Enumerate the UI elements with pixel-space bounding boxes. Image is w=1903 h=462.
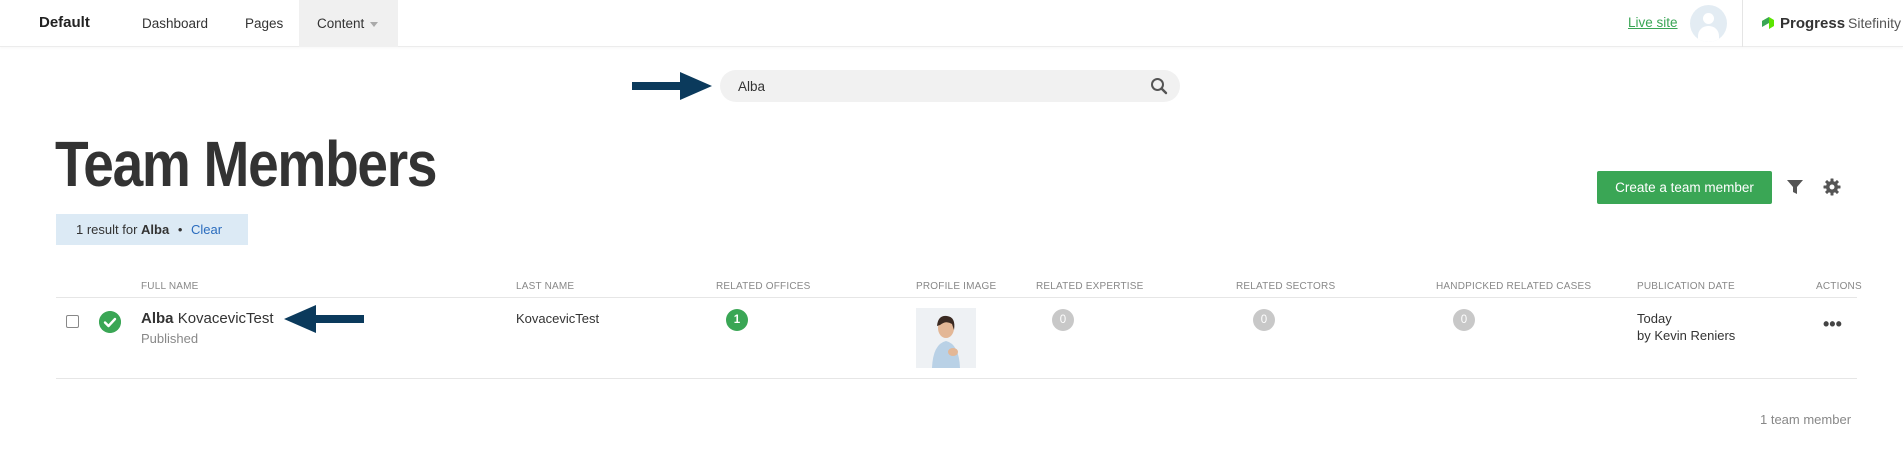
annotation-arrow-right-icon (632, 72, 712, 100)
progress-sitefinity-logo: Progress Sitefinity (1760, 12, 1901, 34)
logo-primary-text: Progress (1780, 14, 1846, 32)
profile-image-thumbnail[interactable] (916, 308, 976, 368)
more-actions-icon[interactable]: ••• (1823, 314, 1842, 335)
related-offices-count[interactable]: 1 (726, 309, 748, 331)
user-avatar[interactable] (1690, 5, 1727, 42)
search-icon[interactable] (1150, 77, 1168, 95)
footer-item-count: 1 team member (1760, 412, 1852, 427)
search-input[interactable] (738, 70, 1138, 102)
person-photo-icon (916, 308, 976, 368)
nav-divider (1742, 0, 1743, 47)
last-name-inline: KovacevicTest (177, 310, 274, 327)
header-related-sectors: Related sectors (1236, 281, 1336, 292)
header-full-name[interactable]: Full name (141, 281, 199, 292)
search-box (720, 70, 1180, 102)
nav-dashboard[interactable]: Dashboard (142, 0, 208, 47)
create-team-member-button[interactable]: Create a team member (1597, 171, 1772, 204)
logo-secondary-text: Sitefinity (1848, 15, 1901, 31)
live-site-link[interactable]: Live site (1628, 15, 1678, 30)
last-name-cell: KovacevicTest (516, 311, 600, 326)
publication-date-cell: Today by Kevin Reniers (1637, 310, 1735, 344)
filter-icon[interactable] (1786, 178, 1804, 196)
header-profile-image: Profile image (916, 281, 997, 292)
table-header-divider (56, 297, 1857, 298)
header-publication-date[interactable]: Publication date (1637, 281, 1735, 292)
publication-date: Today (1637, 311, 1672, 326)
avatar-body-shape (1698, 26, 1719, 42)
nav-content-label: Content (317, 16, 365, 31)
site-name[interactable]: Default (39, 14, 90, 31)
header-handpicked-related-cases: Handpicked related cases (1436, 281, 1592, 292)
header-last-name[interactable]: Last name (516, 281, 574, 292)
status-text: Published (141, 331, 199, 346)
gear-icon[interactable] (1823, 178, 1841, 196)
first-name: Alba (141, 310, 174, 327)
page-title: Team Members (55, 128, 437, 200)
progress-logo-icon (1762, 17, 1774, 29)
chevron-down-icon (370, 21, 379, 27)
handpicked-cases-count[interactable]: 0 (1453, 309, 1475, 331)
published-check-icon (99, 311, 121, 333)
search-result-info: 1 result for Alba • Clear (56, 214, 248, 245)
clear-search-link[interactable]: Clear (191, 222, 222, 237)
row-checkbox[interactable] (66, 315, 79, 328)
header-related-offices: Related offices (716, 281, 811, 292)
nav-pages[interactable]: Pages (245, 0, 283, 47)
top-navbar: Default Dashboard Pages Content Live sit… (0, 0, 1903, 47)
team-member-name-link[interactable]: Alba KovacevicTest (141, 310, 274, 327)
result-term: Alba (141, 222, 170, 237)
avatar-head-shape (1703, 13, 1714, 24)
header-related-expertise: Related expertise (1036, 281, 1144, 292)
header-actions: Actions (1816, 281, 1862, 292)
result-prefix: 1 result for (76, 222, 138, 237)
publication-author: by Kevin Reniers (1637, 328, 1736, 343)
table-row-divider (56, 378, 1857, 379)
related-expertise-count[interactable]: 0 (1052, 309, 1074, 331)
separator-dot: • (177, 222, 183, 237)
related-sectors-count[interactable]: 0 (1253, 309, 1275, 331)
annotation-arrow-left-icon (284, 305, 364, 333)
nav-content[interactable]: Content (299, 0, 398, 47)
